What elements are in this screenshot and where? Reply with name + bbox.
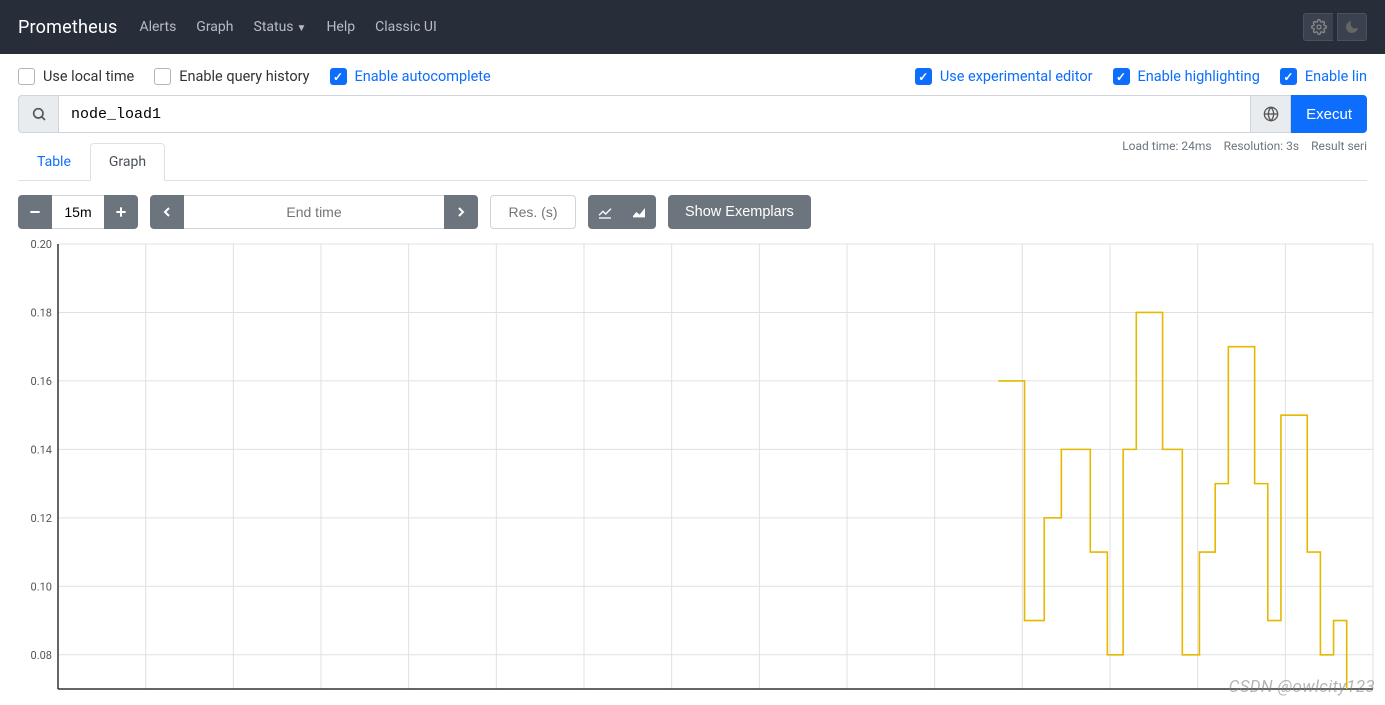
options-row: Use local time Enable query history Enab… [0, 54, 1385, 95]
nav-graph[interactable]: Graph [196, 19, 233, 35]
range-decrease-button[interactable] [18, 195, 52, 229]
time-back-button[interactable] [150, 195, 184, 229]
checkbox-icon [330, 68, 347, 85]
use-experimental-editor-checkbox[interactable]: Use experimental editor [915, 68, 1093, 85]
svg-text:0.14: 0.14 [31, 443, 52, 456]
format-expression-button[interactable] [1251, 95, 1291, 133]
line-chart-icon [597, 204, 613, 220]
show-exemplars-button[interactable]: Show Exemplars [668, 195, 811, 229]
chevron-down-icon: ▼ [297, 23, 307, 34]
enable-highlighting-checkbox[interactable]: Enable highlighting [1113, 68, 1260, 85]
svg-text:0.12: 0.12 [31, 512, 52, 525]
end-time-group [150, 195, 478, 229]
enable-autocomplete-checkbox[interactable]: Enable autocomplete [330, 68, 491, 85]
nav-help[interactable]: Help [326, 19, 355, 35]
area-chart-icon [631, 204, 647, 220]
checkbox-icon [915, 68, 932, 85]
checkbox-icon [1280, 68, 1297, 85]
chevron-left-icon [159, 204, 175, 220]
dark-mode-button[interactable] [1337, 13, 1367, 41]
stacked-chart-button[interactable] [622, 195, 656, 229]
nav-classic-ui[interactable]: Classic UI [375, 19, 437, 35]
checkbox-label: Use experimental editor [940, 68, 1093, 85]
checkbox-icon [1113, 68, 1130, 85]
checkbox-label: Enable highlighting [1138, 68, 1260, 85]
tab-table[interactable]: Table [18, 143, 90, 181]
resolution: Resolution: 3s [1224, 139, 1299, 153]
execute-button[interactable]: Execut [1291, 95, 1367, 133]
query-stats: Load time: 24ms Resolution: 3s Result se… [1122, 139, 1367, 153]
query-bar: Execut [18, 95, 1367, 133]
result-series: Result seri [1311, 139, 1367, 153]
checkbox-label: Enable autocomplete [355, 68, 491, 85]
checkbox-icon [18, 68, 35, 85]
tab-graph[interactable]: Graph [90, 143, 165, 181]
globe-icon [1263, 106, 1279, 122]
load-time: Load time: 24ms [1122, 139, 1211, 153]
checkbox-label: Enable query history [179, 68, 309, 85]
checkbox-label: Use local time [43, 68, 134, 85]
range-increase-button[interactable] [104, 195, 138, 229]
nav-status[interactable]: Status▼ [254, 19, 307, 35]
plus-icon [113, 204, 129, 220]
moon-icon [1344, 19, 1360, 35]
svg-text:0.18: 0.18 [31, 306, 52, 319]
search-icon [31, 106, 47, 122]
settings-button[interactable] [1303, 13, 1333, 41]
chevron-right-icon [453, 204, 469, 220]
minus-icon [27, 204, 43, 220]
svg-text:0.08: 0.08 [31, 649, 52, 662]
time-range-group [18, 195, 138, 229]
range-input[interactable] [52, 195, 104, 229]
end-time-input[interactable] [184, 195, 444, 229]
svg-text:0.20: 0.20 [31, 239, 52, 251]
svg-text:0.10: 0.10 [31, 580, 52, 593]
line-chart-button[interactable] [588, 195, 622, 229]
nav-alerts[interactable]: Alerts [139, 19, 176, 35]
enable-query-history-checkbox[interactable]: Enable query history [154, 68, 309, 85]
metrics-explorer-button[interactable] [18, 95, 58, 133]
svg-text:0.16: 0.16 [31, 375, 52, 388]
resolution-input[interactable] [490, 195, 576, 229]
line-chart[interactable]: 0.08 0.10 0.12 0.14 0.16 0.18 0.20 [18, 239, 1378, 694]
graph-controls: Show Exemplars [0, 181, 1385, 239]
enable-linter-checkbox[interactable]: Enable lin [1280, 68, 1367, 85]
checkbox-icon [154, 68, 171, 85]
time-forward-button[interactable] [444, 195, 478, 229]
chart-area: 0.08 0.10 0.12 0.14 0.16 0.18 0.20 [18, 239, 1367, 694]
checkbox-label: Enable lin [1305, 68, 1367, 85]
navbar: Prometheus Alerts Graph Status▼ Help Cla… [0, 0, 1385, 54]
chart-mode-group [588, 195, 656, 229]
brand: Prometheus [18, 17, 117, 38]
use-local-time-checkbox[interactable]: Use local time [18, 68, 134, 85]
gear-icon [1311, 19, 1327, 35]
expression-input[interactable] [58, 95, 1251, 133]
